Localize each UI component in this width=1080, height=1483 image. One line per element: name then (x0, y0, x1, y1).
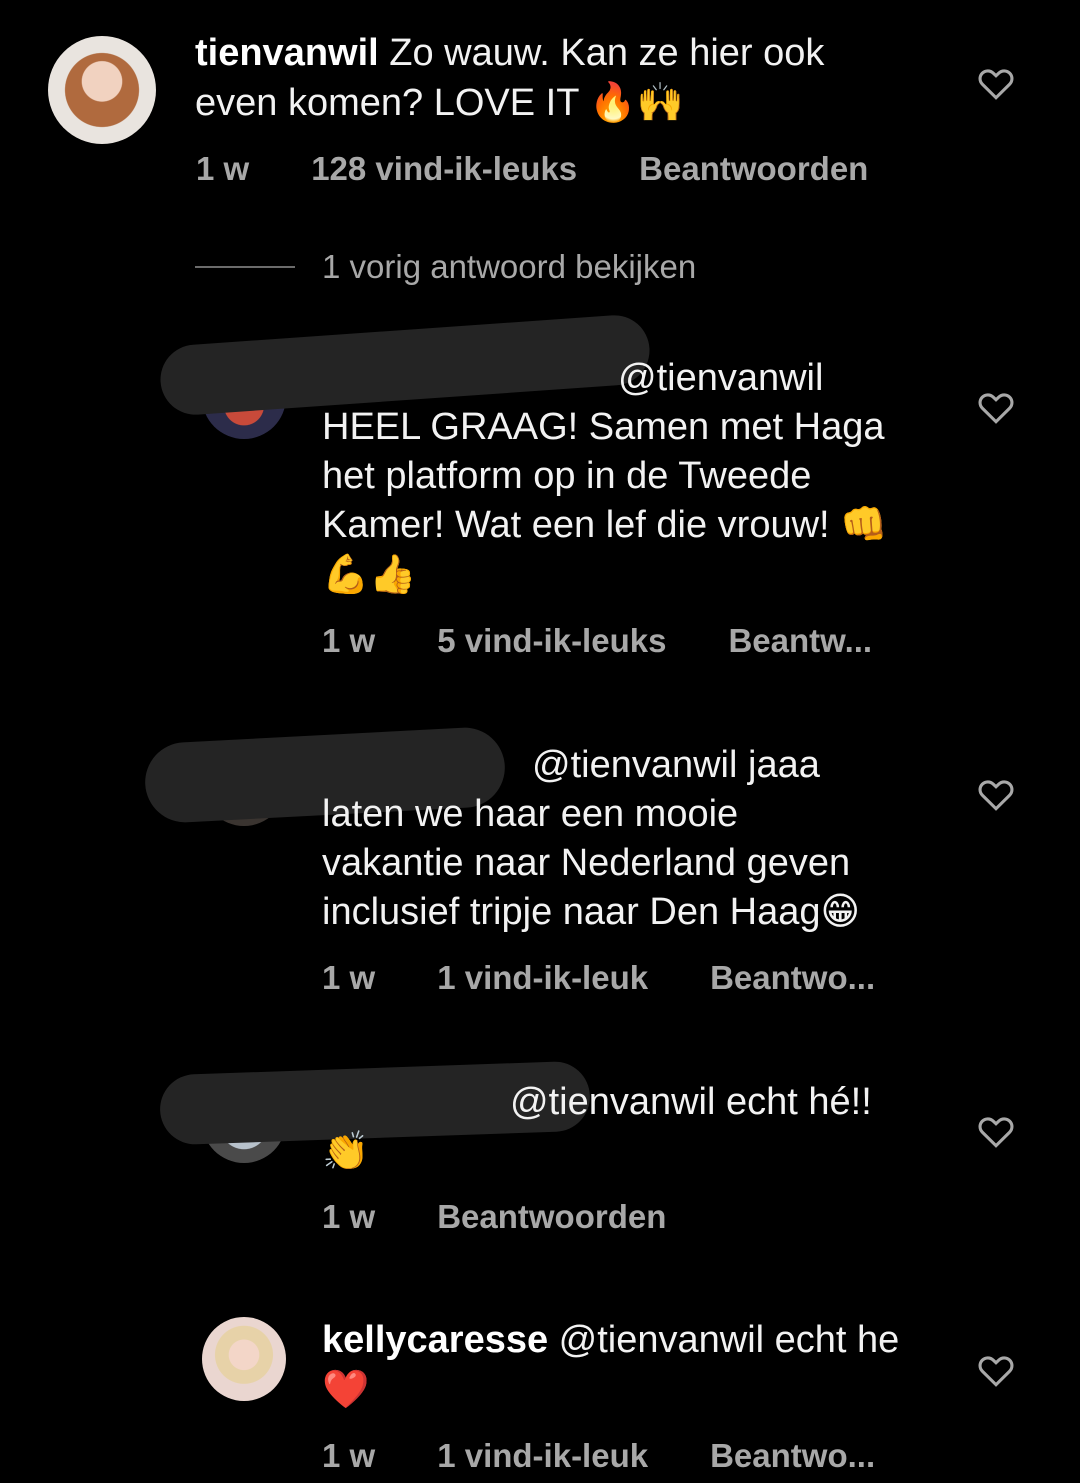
heart-icon[interactable] (977, 777, 1015, 811)
heart-icon[interactable] (977, 66, 1015, 100)
timestamp: 1 w (322, 622, 376, 659)
comment-text: @tienvanwil echt hé!! 👏 (322, 1081, 872, 1173)
avatar[interactable] (48, 36, 156, 144)
reply-button[interactable]: Beantwo... (710, 959, 875, 997)
like-count[interactable]: 1 vind-ik-leuk (437, 959, 648, 997)
like-count[interactable]: 5 vind-ik-leuks (437, 622, 666, 660)
heart-icon[interactable] (977, 1353, 1015, 1387)
comment-meta: 1 w 1 vind-ik-leuk Beantwo... (322, 959, 875, 997)
avatar[interactable] (202, 1317, 286, 1401)
like-count[interactable]: 1 vind-ik-leuk (437, 1437, 648, 1475)
heart-icon[interactable] (977, 1114, 1015, 1148)
emoji: 🔥🙌 (589, 80, 684, 124)
username[interactable]: tienvanwil (195, 32, 379, 74)
comment-text: tienvanwil Zo wauw. Kan ze hier ook even… (195, 32, 825, 124)
view-previous-replies[interactable]: 1 vorig antwoord bekijken (195, 248, 696, 286)
comment-text: @tienvanwil HEEL GRAAG! Samen met Haga h… (322, 357, 888, 596)
reply-button[interactable]: Beantwo... (710, 1437, 875, 1475)
heart-icon[interactable] (977, 390, 1015, 424)
comment-meta: 1 w 5 vind-ik-leuks Beantw... (322, 622, 872, 660)
divider (195, 266, 295, 268)
timestamp: 1 w (322, 959, 376, 996)
reply-button[interactable]: Beantw... (728, 622, 872, 660)
reply-button[interactable]: Beantwoorden (437, 1198, 666, 1236)
comment-meta: 1 w Beantwoorden (322, 1198, 666, 1236)
comment-text: @tienvanwil jaaa laten we haar een mooie… (322, 744, 861, 933)
timestamp: 1 w (322, 1437, 376, 1474)
timestamp: 1 w (322, 1198, 376, 1235)
like-count[interactable]: 128 vind-ik-leuks (311, 150, 577, 188)
timestamp: 1 w (196, 150, 250, 187)
comment-meta: 1 w 1 vind-ik-leuk Beantwo... (322, 1437, 875, 1475)
comment-text: kellycaresse @tienvanwil echt he ❤️ (322, 1319, 900, 1411)
reply-button[interactable]: Beantwoorden (639, 150, 868, 188)
username[interactable]: kellycaresse (322, 1319, 548, 1361)
comment-meta: 1 w 128 vind-ik-leuks Beantwoorden (196, 150, 868, 188)
